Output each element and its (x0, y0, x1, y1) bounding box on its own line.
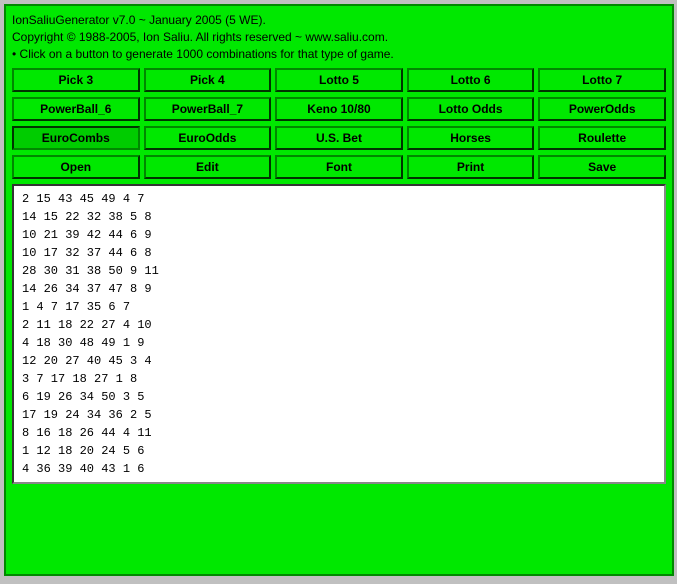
table-row: 12 20 27 40 45 3 4 (22, 352, 656, 370)
open-button[interactable]: Open (12, 155, 140, 179)
pick4-button[interactable]: Pick 4 (144, 68, 272, 92)
save-button[interactable]: Save (538, 155, 666, 179)
lotto6-button[interactable]: Lotto 6 (407, 68, 535, 92)
table-row: 4 18 30 48 49 1 9 (22, 334, 656, 352)
button-row-2: PowerBall_6 PowerBall_7 Keno 10/80 Lotto… (12, 97, 666, 121)
table-row: 3 7 17 18 27 1 8 (22, 370, 656, 388)
print-button[interactable]: Print (407, 155, 535, 179)
powerodds-button[interactable]: PowerOdds (538, 97, 666, 121)
button-row-3: EuroCombs EuroOdds U.S. Bet Horses Roule… (12, 126, 666, 150)
header-line2: Copyright © 1988-2005, Ion Saliu. All ri… (12, 29, 666, 46)
eurocombs-button[interactable]: EuroCombs (12, 126, 140, 150)
lottoodds-button[interactable]: Lotto Odds (407, 97, 535, 121)
font-button[interactable]: Font (275, 155, 403, 179)
table-row: 17 19 24 34 36 2 5 (22, 406, 656, 424)
header-line3: • Click on a button to generate 1000 com… (12, 46, 666, 63)
euroodds-button[interactable]: EuroOdds (144, 126, 272, 150)
table-row: 10 17 32 37 44 6 8 (22, 244, 656, 262)
lotto5-button[interactable]: Lotto 5 (275, 68, 403, 92)
output-inner: 2 15 43 45 49 4 714 15 22 32 38 5 810 21… (14, 186, 664, 484)
horses-button[interactable]: Horses (407, 126, 535, 150)
powerball6-button[interactable]: PowerBall_6 (12, 97, 140, 121)
table-row: 8 16 18 26 44 4 11 (22, 424, 656, 442)
roulette-button[interactable]: Roulette (538, 126, 666, 150)
table-row: 28 30 31 38 50 9 11 (22, 262, 656, 280)
table-row: 6 19 26 34 50 3 5 (22, 388, 656, 406)
button-row-1: Pick 3 Pick 4 Lotto 5 Lotto 6 Lotto 7 (12, 68, 666, 92)
main-window: IonSaliuGenerator v7.0 ~ January 2005 (5… (4, 4, 674, 576)
table-row: 4 36 39 40 43 1 6 (22, 460, 656, 478)
usbet-button[interactable]: U.S. Bet (275, 126, 403, 150)
keno-button[interactable]: Keno 10/80 (275, 97, 403, 121)
table-row: 1 4 7 17 35 6 7 (22, 298, 656, 316)
table-row: 14 26 34 37 47 8 9 (22, 280, 656, 298)
powerball7-button[interactable]: PowerBall_7 (144, 97, 272, 121)
header-line1: IonSaliuGenerator v7.0 ~ January 2005 (5… (12, 12, 666, 29)
lotto7-button[interactable]: Lotto 7 (538, 68, 666, 92)
table-row: 5 11 12 29 44 5 7 (22, 478, 656, 484)
edit-button[interactable]: Edit (144, 155, 272, 179)
header-section: IonSaliuGenerator v7.0 ~ January 2005 (5… (12, 12, 666, 62)
table-row: 14 15 22 32 38 5 8 (22, 208, 656, 226)
pick3-button[interactable]: Pick 3 (12, 68, 140, 92)
table-row: 2 11 18 22 27 4 10 (22, 316, 656, 334)
button-row-4: Open Edit Font Print Save (12, 155, 666, 179)
table-row: 1 12 18 20 24 5 6 (22, 442, 656, 460)
table-row: 10 21 39 42 44 6 9 (22, 226, 656, 244)
output-area[interactable]: 2 15 43 45 49 4 714 15 22 32 38 5 810 21… (12, 184, 666, 484)
table-row: 2 15 43 45 49 4 7 (22, 190, 656, 208)
